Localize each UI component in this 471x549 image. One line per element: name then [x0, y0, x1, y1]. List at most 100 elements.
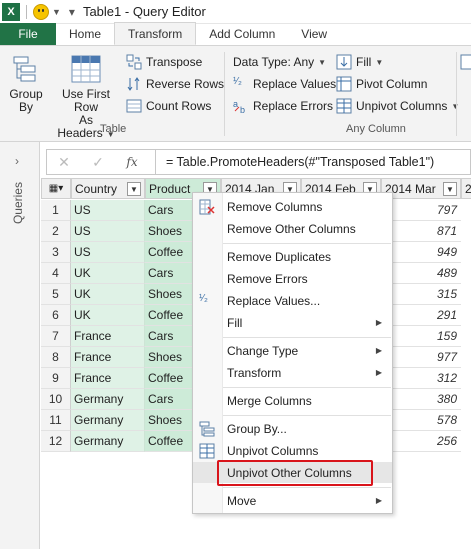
transpose-button[interactable]: Transpose	[126, 52, 202, 72]
tab-view[interactable]: View	[288, 23, 340, 45]
row-number[interactable]: 4	[41, 263, 71, 284]
cell-2014-mar[interactable]: 578	[381, 410, 461, 431]
pivot-column-button[interactable]: Pivot Column	[336, 74, 427, 94]
tab-file[interactable]: File	[0, 23, 56, 45]
cell-country[interactable]: US	[71, 221, 145, 242]
cancel-icon[interactable]: ✕	[47, 154, 81, 171]
menu-item-change-type[interactable]: Change Type ▶	[193, 340, 392, 361]
fill-label: Fill	[356, 55, 372, 69]
formula-input[interactable]: = Table.PromoteHeaders(#"Transposed Tabl…	[156, 155, 434, 169]
data-type-label: Data Type: Any	[233, 55, 315, 69]
row-number[interactable]: 1	[41, 200, 71, 221]
row-number[interactable]: 3	[41, 242, 71, 263]
table-menu-button[interactable]: ▦▾	[41, 178, 71, 199]
replace-values-button[interactable]: ¹⁄₂ Replace Values	[233, 74, 336, 94]
reverse-rows-label: Reverse Rows	[146, 77, 225, 91]
replace-errors-button[interactable]: ab Replace Errors	[233, 96, 333, 116]
cell-2014-mar[interactable]: 315	[381, 284, 461, 305]
column-header-label: Product	[149, 181, 191, 196]
cell-country[interactable]: UK	[71, 263, 145, 284]
feedback-smiley-icon[interactable]	[33, 3, 49, 20]
cell-country[interactable]: France	[71, 368, 145, 389]
filter-dropdown-icon[interactable]: ▼	[127, 182, 141, 196]
count-rows-button[interactable]: Count Rows	[126, 96, 211, 116]
overflow-table-icon[interactable]	[460, 54, 471, 70]
row-number[interactable]: 8	[41, 347, 71, 368]
menu-item-group-by[interactable]: Group By...	[193, 418, 392, 439]
reverse-rows-icon	[126, 76, 142, 92]
column-header-label: 20	[465, 182, 471, 196]
menu-item-label: Remove Columns	[227, 199, 323, 214]
column-header-2014-mar[interactable]: 2014 Mar ▼	[381, 178, 461, 199]
row-number[interactable]: 10	[41, 389, 71, 410]
group-by-icon	[199, 421, 215, 437]
smiley-dropdown-icon[interactable]: ▼	[52, 7, 61, 17]
cell-2014-mar[interactable]: 291	[381, 305, 461, 326]
cell-2014-mar[interactable]: 159	[381, 326, 461, 347]
unpivot-columns-dropdown[interactable]: Unpivot Columns▼	[336, 96, 459, 116]
column-header-next[interactable]: 20	[461, 178, 471, 199]
cell-country[interactable]: France	[71, 347, 145, 368]
cell-country[interactable]: Germany	[71, 389, 145, 410]
menu-item-remove-columns[interactable]: Remove Columns	[193, 196, 392, 217]
cell-2014-mar[interactable]: 489	[381, 263, 461, 284]
tab-home[interactable]: Home	[56, 23, 114, 45]
menu-item-merge-columns[interactable]: Merge Columns	[193, 390, 392, 411]
quick-access-menu-icon[interactable]: ▾	[69, 5, 75, 19]
cell-2014-mar[interactable]: 380	[381, 389, 461, 410]
menu-item-remove-other-columns[interactable]: Remove Other Columns	[193, 218, 392, 239]
queries-pane: › Queries	[0, 142, 40, 549]
cell-2014-mar[interactable]: 977	[381, 347, 461, 368]
cell-2014-mar[interactable]: 871	[381, 221, 461, 242]
fx-icon[interactable]: fx	[115, 155, 149, 169]
cell-2014-mar[interactable]: 949	[381, 242, 461, 263]
menu-item-transform[interactable]: Transform ▶	[193, 362, 392, 383]
row-number[interactable]: 7	[41, 326, 71, 347]
menu-item-move[interactable]: Move ▶	[193, 490, 392, 511]
menu-item-remove-errors[interactable]: Remove Errors	[193, 268, 392, 289]
cell-country[interactable]: UK	[71, 305, 145, 326]
queries-label[interactable]: Queries	[11, 182, 25, 224]
group-by-button[interactable]: Group By	[6, 54, 46, 114]
table-headers-icon	[71, 54, 101, 84]
replace-values-label: Replace Values	[253, 77, 337, 91]
cell-country[interactable]: Germany	[71, 410, 145, 431]
confirm-check-icon[interactable]: ✓	[81, 154, 115, 171]
data-type-dropdown[interactable]: Data Type: Any ▼	[233, 52, 326, 72]
row-number[interactable]: 6	[41, 305, 71, 326]
cell-country[interactable]: Germany	[71, 431, 145, 452]
tab-add-column[interactable]: Add Column	[196, 23, 288, 45]
group-by-label-2: By	[18, 100, 33, 114]
row-number[interactable]: 11	[41, 410, 71, 431]
row-number[interactable]: 2	[41, 221, 71, 242]
cell-country[interactable]: UK	[71, 284, 145, 305]
row-number[interactable]: 12	[41, 431, 71, 452]
cell-2014-mar[interactable]: 256	[381, 431, 461, 452]
row-number[interactable]: 9	[41, 368, 71, 389]
menu-item-replace-values[interactable]: ¹⁄₂ Replace Values...	[193, 290, 392, 311]
table-group-label: Table	[100, 123, 127, 135]
submenu-arrow-icon: ▶	[375, 368, 382, 377]
tab-transform[interactable]: Transform	[114, 22, 197, 45]
cell-2014-mar[interactable]: 312	[381, 368, 461, 389]
cell-country[interactable]: France	[71, 326, 145, 347]
menu-item-unpivot-columns[interactable]: Unpivot Columns	[193, 440, 392, 461]
group-by-icon	[11, 54, 41, 84]
menu-separator	[223, 387, 391, 388]
submenu-arrow-icon: ▶	[375, 496, 382, 505]
table-menu-icon: ▦▾	[48, 183, 64, 194]
cell-2014-mar[interactable]: 797	[381, 200, 461, 221]
filter-dropdown-icon[interactable]: ▼	[443, 182, 457, 196]
remove-columns-icon	[199, 199, 215, 215]
row-number[interactable]: 5	[41, 284, 71, 305]
excel-logo-icon: X	[2, 2, 20, 21]
menu-item-fill[interactable]: Fill ▶	[193, 312, 392, 333]
menu-item-remove-duplicates[interactable]: Remove Duplicates	[193, 246, 392, 267]
reverse-rows-button[interactable]: Reverse Rows	[126, 74, 224, 94]
cell-country[interactable]: US	[71, 200, 145, 221]
column-header-country[interactable]: Country ▼	[71, 178, 145, 199]
expand-chevron-icon[interactable]: ›	[15, 154, 19, 168]
cell-country[interactable]: US	[71, 242, 145, 263]
pivot-column-icon	[336, 76, 352, 92]
fill-dropdown[interactable]: Fill ▼	[336, 52, 383, 72]
